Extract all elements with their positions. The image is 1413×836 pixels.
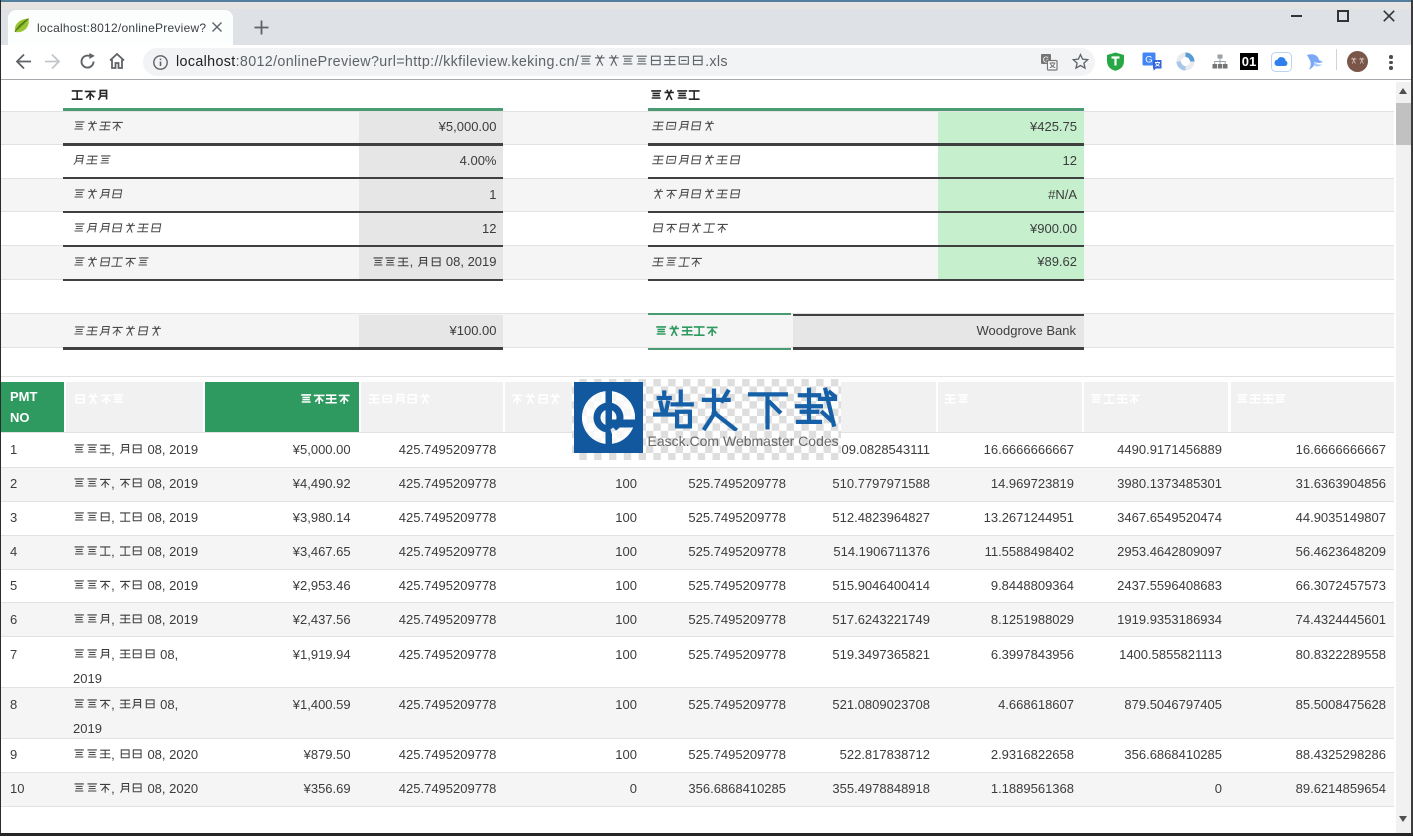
svg-text:G: G	[1145, 55, 1152, 66]
